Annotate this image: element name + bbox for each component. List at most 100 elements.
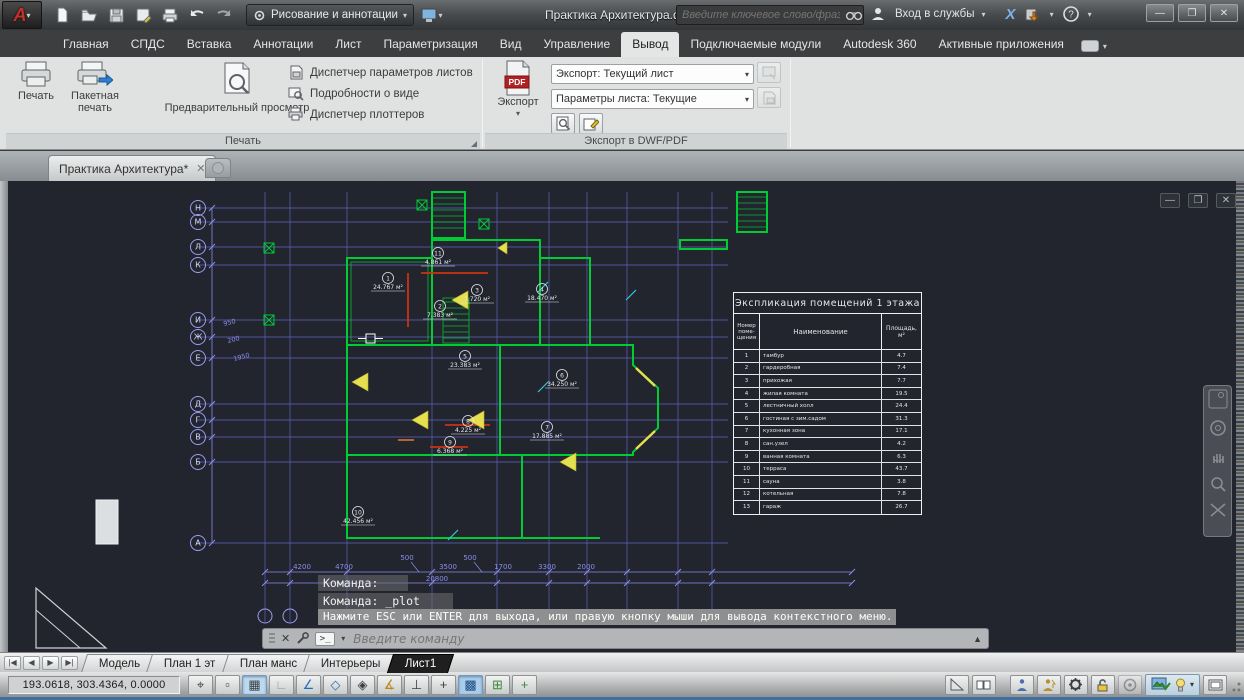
ribbon-tab-Аннотации[interactable]: Аннотации	[242, 32, 324, 57]
updates-icon[interactable]	[1023, 3, 1043, 25]
help-icon[interactable]: ?	[1061, 3, 1081, 25]
object-snap-toggle[interactable]: ◇	[323, 675, 348, 695]
ribbon-tab-Вставка[interactable]: Вставка	[176, 32, 243, 57]
display-settings-button[interactable]: ▾	[420, 4, 444, 26]
next-layout-button[interactable]: ▶	[42, 656, 59, 670]
hardware-accel-icon	[1151, 677, 1171, 692]
full-nav-wheel-icon[interactable]	[1208, 389, 1228, 409]
dynamic-ucs-toggle[interactable]: ⊥	[404, 675, 429, 695]
object-snap-3d-toggle[interactable]: ◈	[350, 675, 375, 695]
prev-layout-button[interactable]: ◀	[23, 656, 40, 670]
undo-button[interactable]	[185, 4, 209, 26]
layout-tab-План 1 эт[interactable]: План 1 эт	[146, 654, 234, 673]
annotation-visibility-icon[interactable]	[1010, 675, 1034, 695]
autocad-logo-icon: A	[13, 5, 26, 26]
svg-text:И: И	[195, 316, 201, 325]
annotation-scale-gear-icon[interactable]	[1064, 675, 1088, 695]
performance-tuner-group[interactable]: ▾	[1145, 674, 1200, 696]
minimize-button[interactable]: —	[1146, 4, 1174, 22]
drawing-restore-button[interactable]: ❐	[1188, 193, 1208, 208]
restore-button[interactable]: ❐	[1178, 4, 1206, 22]
dynamic-input-toggle[interactable]: +	[431, 675, 456, 695]
plot-button[interactable]	[158, 4, 182, 26]
performance-dropdown-icon[interactable]: ▾	[1190, 680, 1194, 689]
open-file-button[interactable]	[77, 4, 101, 26]
ribbon-tab-Подключаемые модули[interactable]: Подключаемые модули	[679, 32, 832, 57]
panel-launcher-icon[interactable]	[471, 141, 477, 147]
signin-button[interactable]: Вход в службы	[895, 8, 975, 20]
drawing-canvas[interactable]: 4200470035001700330020005005002080095020…	[0, 181, 1244, 652]
page-setup-dropdown[interactable]: Параметры листа: Текущие▾	[551, 89, 754, 109]
expand-history-icon[interactable]: ▲	[973, 634, 982, 644]
new-document-tab-button[interactable]	[205, 158, 231, 178]
svg-text:42.456 м²: 42.456 м²	[343, 518, 373, 525]
ribbon-tab-Вид[interactable]: Вид	[489, 32, 533, 57]
redo-button[interactable]	[212, 4, 236, 26]
ribbon-tab-Параметризация[interactable]: Параметризация	[372, 32, 488, 57]
polar-tracking-toggle[interactable]: ∠	[296, 675, 321, 695]
clean-screen-icon[interactable]	[1203, 675, 1227, 695]
ribbon-tab-Autodesk 360[interactable]: Autodesk 360	[832, 32, 927, 57]
snap-mode-toggle[interactable]: ⌖	[188, 675, 213, 695]
layout-tab-Интерьеры[interactable]: Интерьеры	[303, 654, 399, 673]
lock-icon[interactable]	[1091, 675, 1115, 695]
close-button[interactable]: ✕	[1210, 4, 1238, 22]
annotation-autoscale-icon[interactable]	[1037, 675, 1061, 695]
transparency-toggle[interactable]: ▩	[458, 675, 483, 695]
command-dropdown-icon[interactable]: ▾	[341, 634, 345, 643]
workspace-switcher[interactable]: Рисование и аннотации ▾	[246, 4, 414, 26]
close-command-icon[interactable]: ✕	[281, 632, 290, 645]
ribbon-overflow-icon[interactable]: ▾	[1081, 40, 1107, 57]
print-panel-item[interactable]: Диспетчер параметров листов	[288, 65, 473, 80]
help-search-box[interactable]	[676, 5, 864, 25]
ribbon-tab-Лист[interactable]: Лист	[324, 32, 372, 57]
pan-hand-icon[interactable]	[1209, 447, 1227, 465]
print-panel-item[interactable]: Подробности о виде	[288, 86, 473, 101]
ortho-mode-toggle[interactable]: ∟	[269, 675, 294, 695]
print-panel-item[interactable]: Диспетчер плоттеров	[288, 107, 473, 122]
drag-handle-icon[interactable]	[269, 633, 275, 645]
navigation-bar[interactable]	[1203, 385, 1232, 537]
app-menu-button[interactable]: A▾	[2, 1, 42, 29]
new-file-button[interactable]	[50, 4, 74, 26]
save-button[interactable]	[104, 4, 128, 26]
quick-properties-toggle[interactable]: ⊞	[485, 675, 510, 695]
export-button[interactable]: PDF Экспорт ▾	[491, 60, 545, 120]
drawing-minimize-button[interactable]: —	[1160, 193, 1180, 208]
exchange-apps-icon[interactable]: X	[1006, 6, 1016, 23]
zoom-icon[interactable]	[1209, 475, 1227, 493]
print-button[interactable]: Печать	[10, 60, 62, 102]
svg-text:4700: 4700	[335, 563, 353, 571]
paper-space-icon[interactable]	[945, 675, 969, 695]
batch-print-button[interactable]: Пакетная печать	[64, 60, 126, 114]
ribbon-tab-Управление[interactable]: Управление	[532, 32, 621, 57]
command-input-bar[interactable]: ✕ >_ ▾ ▲	[262, 628, 989, 649]
ribbon-tab-Вывод[interactable]: Вывод	[621, 32, 679, 57]
search-input[interactable]	[677, 9, 845, 21]
grid-display-toggle[interactable]: ▦	[242, 675, 267, 695]
grid-snap-toggle[interactable]: ▫	[215, 675, 240, 695]
preview-small-button[interactable]	[551, 113, 575, 134]
command-input[interactable]	[351, 631, 967, 647]
save-as-button[interactable]	[131, 4, 155, 26]
layout-tab-Лист1[interactable]: Лист1	[387, 654, 455, 673]
drawing-close-button[interactable]: ✕	[1216, 193, 1236, 208]
object-snap-tracking-toggle[interactable]: ∡	[377, 675, 402, 695]
first-layout-button[interactable]: |◀	[4, 656, 21, 670]
wrench-icon[interactable]	[296, 632, 309, 645]
document-tab[interactable]: Практика Архитектура* ✕	[48, 155, 216, 181]
quick-view-layouts-icon[interactable]	[972, 675, 996, 695]
steering-wheel-icon[interactable]	[1209, 419, 1227, 437]
ribbon-tab-Главная[interactable]: Главная	[52, 32, 120, 57]
ribbon-tab-Активные приложения[interactable]: Активные приложения	[928, 32, 1075, 57]
layout-tab-План манс[interactable]: План манс	[222, 654, 316, 673]
command-prompt-icon[interactable]: >_	[315, 632, 335, 646]
orbit-icon[interactable]	[1210, 503, 1226, 517]
export-scope-dropdown[interactable]: Экспорт: Текущий лист▾	[551, 64, 754, 84]
svg-text:1700: 1700	[494, 563, 512, 571]
ribbon-tab-СПДС[interactable]: СПДС	[120, 32, 176, 57]
selection-cycling-toggle[interactable]: +	[512, 675, 537, 695]
last-layout-button[interactable]: ▶|	[61, 656, 78, 670]
steering-wheel-status-icon[interactable]	[1118, 675, 1142, 695]
page-setup-edit-button[interactable]	[579, 113, 603, 134]
